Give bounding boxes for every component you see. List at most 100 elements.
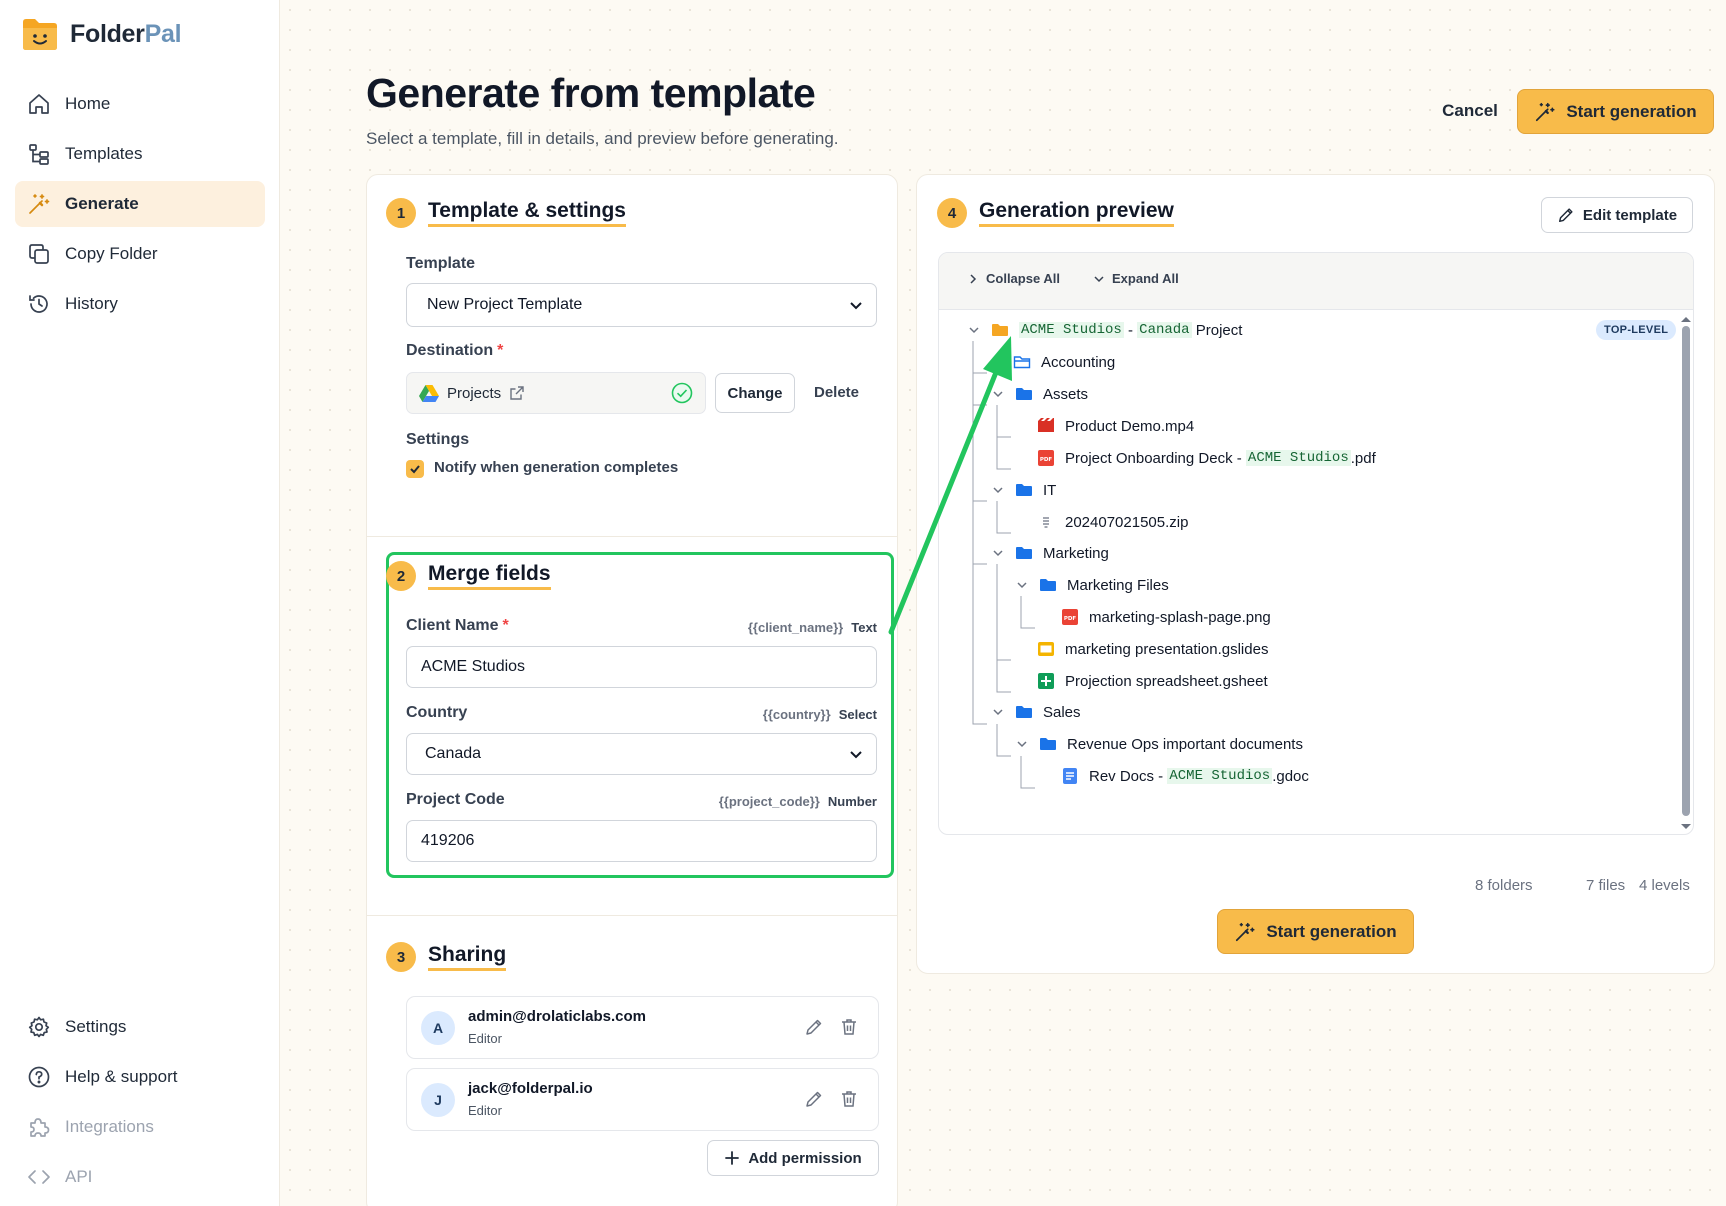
code-icon xyxy=(28,1170,50,1184)
tree-row-rev-docs[interactable]: Rev Docs - ACME Studios .gdoc xyxy=(1061,761,1309,791)
country-select[interactable]: Canada xyxy=(406,733,877,775)
nav-item-api[interactable]: API xyxy=(15,1154,265,1200)
sidebar: FolderPal Home Templates Generate Copy F… xyxy=(0,0,280,1206)
avatar: A xyxy=(421,1011,455,1045)
start-generation-button[interactable]: Start generation xyxy=(1517,89,1714,134)
tree-scrollbar[interactable] xyxy=(1679,312,1693,834)
chevron-down-icon[interactable] xyxy=(969,325,979,335)
change-destination-button[interactable]: Change xyxy=(715,373,795,413)
pdf-icon: PDF xyxy=(1038,450,1054,466)
country-token: {{country}} Select xyxy=(762,707,877,722)
tree-row-sales[interactable]: Sales xyxy=(989,697,1081,727)
doc-icon xyxy=(1063,768,1077,784)
tree-row-it[interactable]: IT xyxy=(989,475,1056,505)
scrollbar-thumb[interactable] xyxy=(1682,326,1690,816)
tree-row-splash-page[interactable]: PDF marketing-splash-page.png xyxy=(1061,602,1271,632)
external-link-icon[interactable] xyxy=(509,385,525,401)
folderpal-logo-icon xyxy=(23,19,57,50)
notify-label: Notify when generation completes xyxy=(434,459,679,476)
tree-row-presentation[interactable]: marketing presentation.gslides xyxy=(1037,634,1268,664)
avatar: J xyxy=(421,1083,455,1117)
tree-row-onboarding-deck[interactable]: PDF Project Onboarding Deck - ACME Studi… xyxy=(1037,443,1376,473)
pencil-icon xyxy=(1558,208,1573,223)
chevron-down-icon[interactable] xyxy=(993,707,1003,717)
nav-item-integrations[interactable]: Integrations xyxy=(15,1104,265,1150)
tree-row-accounting[interactable]: Accounting xyxy=(1013,347,1115,377)
pencil-icon[interactable] xyxy=(804,1089,824,1109)
nav-item-help[interactable]: Help & support xyxy=(15,1054,265,1100)
folder-open-icon xyxy=(1013,356,1031,369)
chevron-down-icon[interactable] xyxy=(1017,739,1027,749)
sheets-icon xyxy=(1038,673,1054,689)
folder-icon xyxy=(992,324,1008,336)
gear-icon xyxy=(28,1016,50,1038)
folder-icon xyxy=(1040,579,1056,591)
template-select[interactable]: New Project Template xyxy=(406,283,877,327)
tree-row-revenue-ops[interactable]: Revenue Ops important documents xyxy=(1013,729,1303,759)
divider xyxy=(367,536,897,537)
video-icon xyxy=(1038,418,1054,432)
country-label: Country xyxy=(406,704,468,721)
chevron-down-icon[interactable] xyxy=(993,485,1003,495)
scroll-up-icon[interactable] xyxy=(1679,314,1693,324)
add-permission-button[interactable]: Add permission xyxy=(707,1140,879,1176)
client-name-label: Client Name * xyxy=(406,617,509,634)
trash-icon[interactable] xyxy=(839,1089,859,1109)
folder-icon xyxy=(1016,388,1032,400)
section-title: Generation preview xyxy=(979,199,1174,227)
delete-destination-button[interactable]: Delete xyxy=(814,384,859,401)
folder-icon xyxy=(1016,547,1032,559)
svg-text:PDF: PDF xyxy=(1064,616,1077,622)
trash-icon[interactable] xyxy=(839,1017,859,1037)
permission-row: J jack@folderpal.io Editor xyxy=(406,1068,879,1131)
wand-icon xyxy=(1236,922,1255,941)
wand-icon xyxy=(29,194,50,214)
nav-item-settings[interactable]: Settings xyxy=(15,1004,265,1050)
project-code-input[interactable]: 419206 xyxy=(406,820,877,862)
level-count: 4 levels xyxy=(1639,877,1690,894)
section-generation-preview: 4 Generation preview xyxy=(937,198,1174,228)
nav-item-copy-folder[interactable]: Copy Folder xyxy=(15,231,265,277)
logo[interactable]: FolderPal xyxy=(20,14,182,54)
permission-role: Editor xyxy=(468,1103,502,1118)
start-generation-button-bottom[interactable]: Start generation xyxy=(1217,909,1414,954)
check-icon xyxy=(410,465,420,474)
section-title: Merge fields xyxy=(428,562,551,590)
chevron-down-icon[interactable] xyxy=(993,548,1003,558)
chevron-down-icon xyxy=(850,302,862,310)
section-template-settings: 1 Template & settings xyxy=(386,198,626,228)
nav-item-generate[interactable]: Generate xyxy=(15,181,265,227)
chevron-down-icon xyxy=(850,751,862,759)
nav-item-home[interactable]: Home xyxy=(15,81,265,127)
tree-row-zip[interactable]: 202407021505.zip xyxy=(1037,507,1188,537)
destination-label: Destination * xyxy=(406,342,504,359)
app-name: FolderPal xyxy=(70,19,182,48)
permission-role: Editor xyxy=(468,1031,502,1046)
templates-icon xyxy=(29,144,49,165)
main-nav: Home Templates Generate Copy Folder Hist… xyxy=(15,81,265,331)
tree-row-marketing[interactable]: Marketing xyxy=(989,538,1109,568)
chevron-down-icon[interactable] xyxy=(1017,580,1027,590)
history-icon xyxy=(29,295,48,313)
client-name-input[interactable]: ACME Studios xyxy=(406,646,877,688)
preview-card: 4 Generation preview Edit template Colla… xyxy=(916,174,1715,974)
step-badge: 3 xyxy=(386,942,416,972)
chevron-down-icon[interactable] xyxy=(993,389,1003,399)
nav-item-history[interactable]: History xyxy=(15,281,265,327)
cancel-button[interactable]: Cancel xyxy=(1420,90,1520,132)
tree-row-spreadsheet[interactable]: Projection spreadsheet.gsheet xyxy=(1037,666,1268,696)
svg-text:PDF: PDF xyxy=(1040,457,1053,463)
folder-icon xyxy=(1040,738,1056,750)
destination-field[interactable]: Projects xyxy=(406,372,706,414)
scroll-down-icon[interactable] xyxy=(1679,822,1693,832)
tree-row-product-demo[interactable]: Product Demo.mp4 xyxy=(1037,411,1194,441)
tree-row-assets[interactable]: Assets xyxy=(989,379,1088,409)
notify-checkbox[interactable] xyxy=(406,460,424,478)
client-name-token: {{client_name}} Text xyxy=(747,620,877,635)
tree-row-marketing-files[interactable]: Marketing Files xyxy=(1013,570,1169,600)
pencil-icon[interactable] xyxy=(804,1017,824,1037)
nav-item-templates[interactable]: Templates xyxy=(15,131,265,177)
tree-row-root[interactable]: ACME Studios - Canada Project xyxy=(965,315,1242,345)
edit-template-button[interactable]: Edit template xyxy=(1541,197,1693,233)
project-code-label: Project Code xyxy=(406,791,505,808)
